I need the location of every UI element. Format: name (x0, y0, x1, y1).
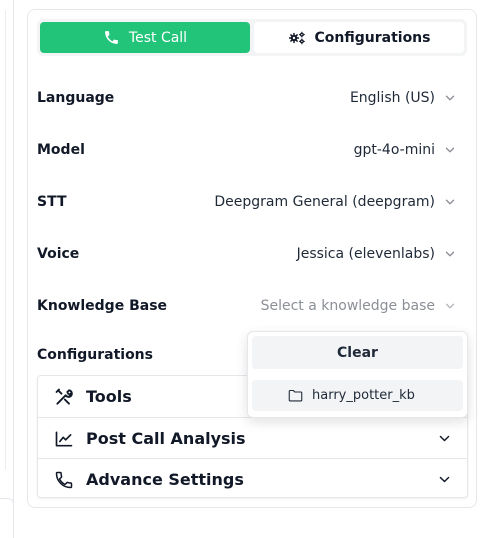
chevron-down-icon (445, 251, 455, 257)
tools-label: Tools (86, 387, 132, 406)
voice-label: Voice (37, 246, 80, 262)
mode-tabs: Test Call Configurations (37, 19, 467, 56)
model-select[interactable]: gpt-4o-mini (354, 142, 457, 158)
language-select[interactable]: English (US) (350, 90, 457, 106)
phone-icon (105, 31, 118, 44)
left-edge-panel (0, 0, 14, 538)
knowledge-base-option[interactable]: harry_potter_kb (252, 380, 463, 411)
configurations-tab[interactable]: Configurations (254, 22, 464, 53)
chevron-down-icon (439, 435, 450, 442)
chevron-down-icon (445, 199, 455, 205)
post-call-analysis-accordion-item[interactable]: Post Call Analysis (38, 418, 467, 459)
knowledge-base-row: Knowledge Base Select a knowledge base (37, 294, 457, 318)
gears-icon (288, 31, 305, 44)
voice-row: Voice Jessica (elevenlabs) (37, 242, 457, 266)
advance-settings-label: Advance Settings (86, 470, 244, 489)
clear-label: Clear (337, 344, 378, 361)
left-edge-card (0, 498, 14, 538)
knowledge-base-option-label: harry_potter_kb (312, 388, 415, 403)
advance-settings-accordion-item[interactable]: Advance Settings (38, 459, 467, 500)
test-call-label: Test Call (128, 29, 188, 46)
chart-line-icon (55, 431, 73, 446)
knowledge-base-label: Knowledge Base (37, 298, 168, 314)
configuration-panel: Test Call Configurations Language Englis… (27, 9, 477, 508)
clear-button[interactable]: Clear (252, 336, 463, 369)
language-row: Language English (US) (37, 86, 457, 110)
voice-value: Jessica (elevenlabs) (296, 246, 435, 262)
knowledge-base-select[interactable]: Select a knowledge base (261, 298, 457, 314)
chevron-down-icon (439, 476, 450, 483)
chevron-down-icon (445, 303, 455, 309)
stt-label: STT (37, 194, 67, 210)
post-call-analysis-label: Post Call Analysis (86, 429, 246, 448)
knowledge-base-dropdown: Clear harry_potter_kb (247, 331, 468, 418)
model-value: gpt-4o-mini (353, 142, 435, 158)
folder-icon (288, 389, 303, 402)
chevron-down-icon (445, 95, 455, 101)
knowledge-base-placeholder: Select a knowledge base (260, 298, 435, 314)
test-call-tab[interactable]: Test Call (40, 22, 250, 53)
tools-icon (55, 388, 73, 405)
stt-row: STT Deepgram General (deepgram) (37, 190, 457, 214)
stt-value: Deepgram General (deepgram) (214, 194, 435, 210)
configurations-label: Configurations (314, 29, 431, 46)
model-row: Model gpt-4o-mini (37, 138, 457, 162)
language-value: English (US) (349, 90, 435, 106)
chevron-down-icon (445, 147, 455, 153)
left-edge-divider (0, 10, 6, 470)
voice-select[interactable]: Jessica (elevenlabs) (297, 246, 457, 262)
configurations-heading: Configurations (37, 347, 153, 363)
language-label: Language (37, 90, 115, 106)
stt-select[interactable]: Deepgram General (deepgram) (214, 194, 457, 210)
phone-outline-icon (55, 471, 73, 488)
model-label: Model (37, 142, 85, 158)
